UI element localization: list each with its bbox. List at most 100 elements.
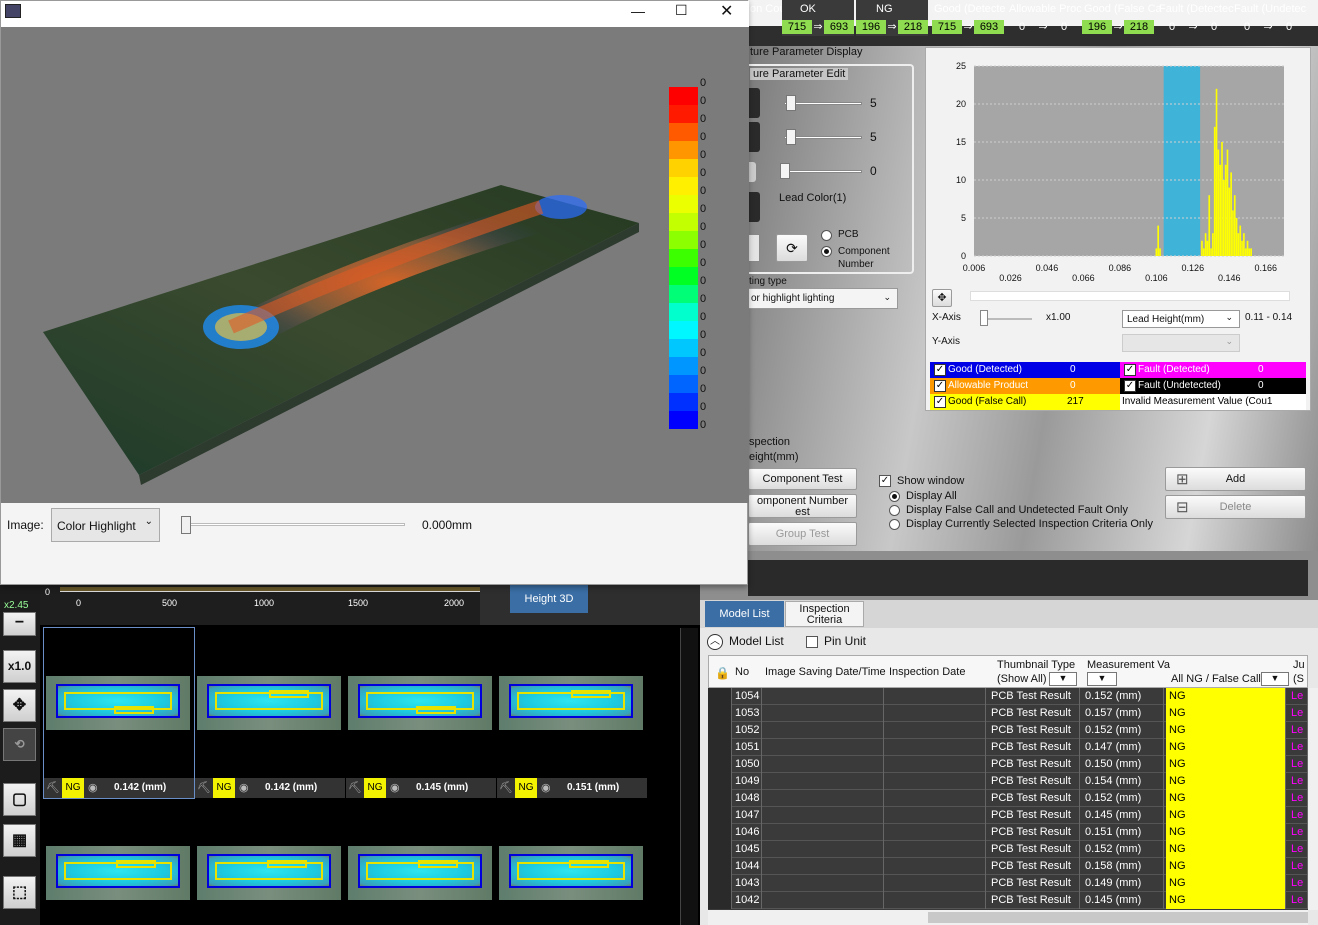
table-row[interactable]: 1044 PCB Test Result 0.158 (mm) NG Le — [708, 858, 1308, 875]
legend-fault-detected[interactable]: ✓ Fault (Detected) 0 — [1120, 362, 1306, 378]
x-axis-select[interactable]: Lead Height(mm) ⌄ — [1122, 310, 1240, 328]
thumbnail[interactable]: ⛏ NG ◉ 0.151 (mm) — [497, 628, 647, 798]
table-row[interactable]: 1046 PCB Test Result 0.151 (mm) NG Le — [708, 824, 1308, 841]
param-icon-5[interactable] — [748, 234, 760, 262]
maximize-icon[interactable]: ☐ — [675, 2, 688, 19]
select-area-icon: ⬚ — [11, 884, 28, 901]
rotate-button[interactable]: ⟲ — [3, 728, 36, 761]
thumbnail[interactable] — [195, 800, 345, 910]
col-thumbnail-type[interactable]: Thumbnail Type — [997, 659, 1075, 671]
col-image-date[interactable]: Image Saving Date/Time — [765, 666, 886, 678]
legend-false-call[interactable]: ✓ Good (False Call) 217 — [930, 394, 1120, 410]
y-axis-select[interactable]: ⌄ — [1122, 334, 1240, 352]
histogram-fit-button[interactable]: ✥ — [932, 289, 952, 307]
fit-button[interactable]: ✥ — [3, 689, 36, 722]
eye-icon[interactable]: ◉ — [541, 781, 551, 794]
display-current-radio[interactable] — [889, 519, 900, 530]
thumb-vscroll[interactable] — [680, 628, 698, 925]
thumb-filter-icon[interactable]: ▼ — [1049, 672, 1077, 686]
window-button[interactable]: ▢ — [3, 783, 36, 816]
y-tick-label: 0 — [961, 251, 966, 261]
table-row[interactable]: 1053 PCB Test Result 0.157 (mm) NG Le — [708, 705, 1308, 722]
thumbnail[interactable] — [346, 800, 496, 910]
table-row[interactable]: 1049 PCB Test Result 0.154 (mm) NG Le — [708, 773, 1308, 790]
param-icon-1[interactable] — [748, 88, 760, 118]
param-slider-2-thumb[interactable] — [786, 129, 796, 145]
param-icon-2[interactable] — [748, 122, 760, 152]
table-hscroll-thumb[interactable] — [928, 912, 1308, 923]
add-button[interactable]: ⊞ Add — [1165, 467, 1306, 491]
delete-button[interactable]: ⊟ Delete — [1165, 495, 1306, 519]
lighting-select[interactable]: or highlight lighting ⌄ — [748, 288, 898, 309]
thumbnail[interactable]: ⛏ NG ◉ 0.142 (mm) — [43, 627, 195, 799]
image-mode-select[interactable]: Color Highlight ⌄ — [51, 508, 160, 542]
check-icon[interactable]: ✓ — [934, 396, 946, 408]
close-icon[interactable]: ✕ — [720, 1, 733, 21]
table-row[interactable]: 1054 PCB Test Result 0.152 (mm) NG Le — [708, 688, 1308, 705]
minimize-icon[interactable]: — — [631, 3, 645, 19]
param-icon-3[interactable] — [748, 162, 756, 182]
tab-model-list[interactable]: Model List — [705, 601, 784, 627]
thumbnail[interactable] — [497, 800, 647, 910]
inspection-subwindow — [569, 860, 609, 868]
table-row[interactable]: 1045 PCB Test Result 0.152 (mm) NG Le — [708, 841, 1308, 858]
param-slider-3-track — [780, 170, 862, 173]
histogram-bar — [1239, 225, 1242, 256]
check-icon[interactable]: ✓ — [934, 364, 946, 376]
legend-good-detected[interactable]: ✓ Good (Detected) 0 — [930, 362, 1120, 378]
pcb-radio[interactable] — [821, 230, 832, 241]
zoom-reset-button[interactable]: x1.0 — [3, 650, 36, 683]
refresh-button[interactable]: ⟳ — [776, 234, 808, 262]
zoom-slider-thumb[interactable] — [980, 310, 988, 326]
display-false-radio[interactable] — [889, 505, 900, 516]
checker-button[interactable]: ▦ — [3, 824, 36, 857]
eye-icon[interactable]: ◉ — [88, 781, 98, 794]
check-icon[interactable]: ✓ — [1124, 364, 1136, 376]
component-number-test-button[interactable]: omponent Number est — [748, 494, 857, 518]
check-icon[interactable]: ✓ — [934, 380, 946, 392]
lead-color-label: Lead Color(1) — [779, 192, 847, 204]
thumbnail[interactable]: ⛏ NG ◉ 0.142 (mm) — [195, 628, 345, 798]
col-judgement[interactable]: Ju — [1293, 659, 1305, 671]
thumbnail[interactable]: ⛏ NG ◉ 0.145 (mm) — [346, 628, 496, 798]
height-3d-button[interactable]: Height 3D — [510, 585, 588, 613]
table-row[interactable]: 1052 PCB Test Result 0.152 (mm) NG Le — [708, 722, 1308, 739]
table-row[interactable]: 1042 PCB Test Result 0.145 (mm) NG Le — [708, 892, 1308, 909]
ng-filter-icon[interactable]: ▼ — [1261, 672, 1289, 686]
select-area-button[interactable]: ⬚ — [3, 876, 36, 909]
component-test-button[interactable]: Component Test — [748, 468, 857, 490]
component-number-radio[interactable] — [821, 246, 832, 257]
table-row[interactable]: 1050 PCB Test Result 0.150 (mm) NG Le — [708, 756, 1308, 773]
thumbnail[interactable] — [44, 800, 194, 910]
meas-filter-icon[interactable]: ▼ — [1087, 672, 1117, 686]
table-hscroll[interactable] — [708, 910, 1308, 925]
param-icon-4[interactable] — [748, 192, 760, 222]
lock-icon[interactable]: 🔒 — [715, 666, 730, 680]
pin-unit-checkbox[interactable] — [806, 636, 818, 648]
zoom-out-button[interactable]: − — [3, 612, 36, 636]
group-test-button[interactable]: Group Test — [748, 522, 857, 546]
table-vscroll[interactable] — [1308, 688, 1318, 910]
eye-icon[interactable]: ◉ — [239, 781, 249, 794]
check-icon[interactable]: ✓ — [1124, 380, 1136, 392]
legend-fault-undetected[interactable]: ✓ Fault (Undetected) 0 — [1120, 378, 1306, 394]
eye-icon[interactable]: ◉ — [390, 781, 400, 794]
col-measurement[interactable]: Measurement Va — [1087, 659, 1170, 671]
col-inspection-date[interactable]: Inspection Date — [889, 666, 965, 678]
table-row[interactable]: 1043 PCB Test Result 0.149 (mm) NG Le — [708, 875, 1308, 892]
param-slider-3-thumb[interactable] — [780, 163, 790, 179]
col-ng-false-call[interactable]: All NG / False Call — [1171, 673, 1261, 685]
table-row[interactable]: 1051 PCB Test Result 0.147 (mm) NG Le — [708, 739, 1308, 756]
collapse-icon[interactable]: ︿ — [707, 634, 723, 650]
legend-allowable[interactable]: ✓ Allowable Product 0 — [930, 378, 1120, 394]
param-slider-1-thumb[interactable] — [786, 95, 796, 111]
3d-view[interactable]: 0 0 0 0 0 0 0 0 0 0 0 0 0 0 0 0 0 0 0 0 — [1, 27, 749, 503]
tab-inspection-criteria[interactable]: Inspection Criteria — [785, 601, 864, 627]
height-slider-thumb[interactable] — [181, 516, 191, 534]
table-row[interactable]: 1047 PCB Test Result 0.145 (mm) NG Le — [708, 807, 1308, 824]
show-window-checkbox[interactable]: ✓ — [879, 475, 891, 487]
table-row[interactable]: 1048 PCB Test Result 0.152 (mm) NG Le — [708, 790, 1308, 807]
histogram-scrollbar[interactable] — [970, 291, 1290, 301]
col-no[interactable]: No — [735, 666, 749, 678]
display-all-radio[interactable] — [889, 491, 900, 502]
